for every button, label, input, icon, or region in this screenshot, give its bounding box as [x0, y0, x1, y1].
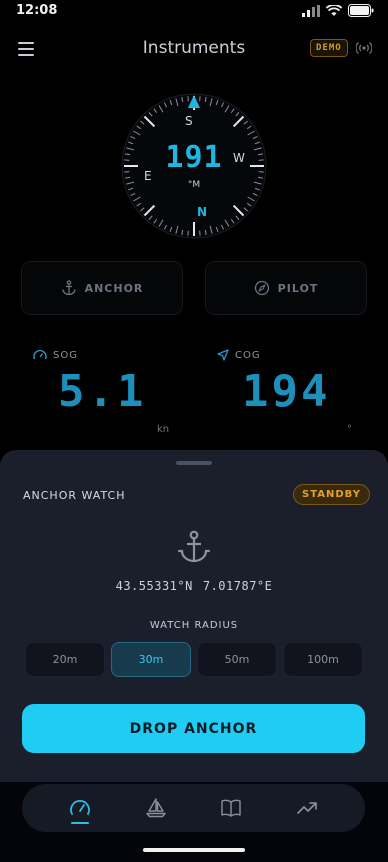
active-tab-indicator — [70, 822, 89, 824]
pilot-mode-label: PILOT — [277, 281, 319, 295]
book-icon — [221, 799, 242, 817]
compass-icon — [254, 280, 269, 296]
cog-unit: ° — [347, 424, 352, 435]
pilot-mode-button[interactable]: PILOT — [205, 261, 367, 315]
watch-radius-title: WATCH RADIUS — [149, 620, 239, 631]
battery-icon — [348, 4, 374, 17]
sailboat-icon — [145, 798, 166, 818]
status-time: 12:08 — [16, 3, 58, 18]
speedometer-icon — [33, 349, 47, 360]
heading-unit: °M — [187, 180, 201, 190]
compass: S W E N 191 °M — [120, 92, 268, 240]
wifi-icon — [326, 4, 342, 16]
signal-icon — [302, 4, 320, 17]
anchor-mode-button[interactable]: ANCHOR — [21, 261, 183, 315]
sog-label: SOG — [33, 349, 78, 361]
anchor-icon — [61, 280, 76, 296]
latitude: 43.55331°N — [115, 579, 193, 593]
longitude: 7.01787°E — [202, 579, 273, 593]
home-indicator — [143, 848, 245, 852]
anchor-coordinates: 43.55331°N 7.01787°E — [0, 579, 388, 593]
status-badge: STANDBY — [293, 484, 370, 505]
compass-label-s: S — [185, 114, 193, 128]
sheet-title: ANCHOR WATCH — [23, 489, 126, 502]
cog-value: 194 — [242, 366, 331, 417]
radius-option-30m[interactable]: 30m — [111, 642, 191, 677]
radius-option-20m[interactable]: 20m — [25, 642, 105, 677]
navigation-arrow-icon — [217, 349, 229, 361]
broadcast-icon[interactable] — [356, 41, 372, 55]
tab-boat[interactable] — [136, 788, 176, 828]
compass-label-n: N — [197, 205, 207, 219]
watch-radius-options: 20m 30m 50m 100m — [25, 642, 363, 677]
cog-label: COG — [217, 349, 261, 361]
anchor-mode-label: ANCHOR — [84, 281, 144, 295]
tab-instruments[interactable] — [60, 788, 100, 828]
tab-bar-area — [0, 782, 388, 862]
demo-badge: DEMO — [310, 39, 348, 57]
status-icons — [302, 4, 374, 17]
tab-bar — [22, 784, 365, 832]
sog-unit: kn — [157, 424, 170, 435]
drop-anchor-button[interactable]: DROP ANCHOR — [22, 704, 365, 753]
trend-icon — [297, 802, 317, 814]
sog-label-text: SOG — [53, 349, 78, 361]
status-bar: 12:08 — [0, 0, 388, 22]
tab-logbook[interactable] — [211, 788, 251, 828]
heading-value: 191 — [165, 140, 223, 175]
anchor-icon-large — [177, 530, 211, 563]
sheet-grabber[interactable] — [176, 461, 212, 465]
header: Instruments DEMO — [0, 30, 388, 68]
tab-trends[interactable] — [287, 788, 327, 828]
radius-option-50m[interactable]: 50m — [197, 642, 277, 677]
gauge-icon — [69, 800, 90, 815]
radius-option-100m[interactable]: 100m — [283, 642, 363, 677]
cog-label-text: COG — [235, 349, 261, 361]
sog-value: 5.1 — [58, 366, 147, 417]
anchor-watch-sheet: ANCHOR WATCH STANDBY 43.55331°N 7.01787°E… — [0, 450, 388, 790]
